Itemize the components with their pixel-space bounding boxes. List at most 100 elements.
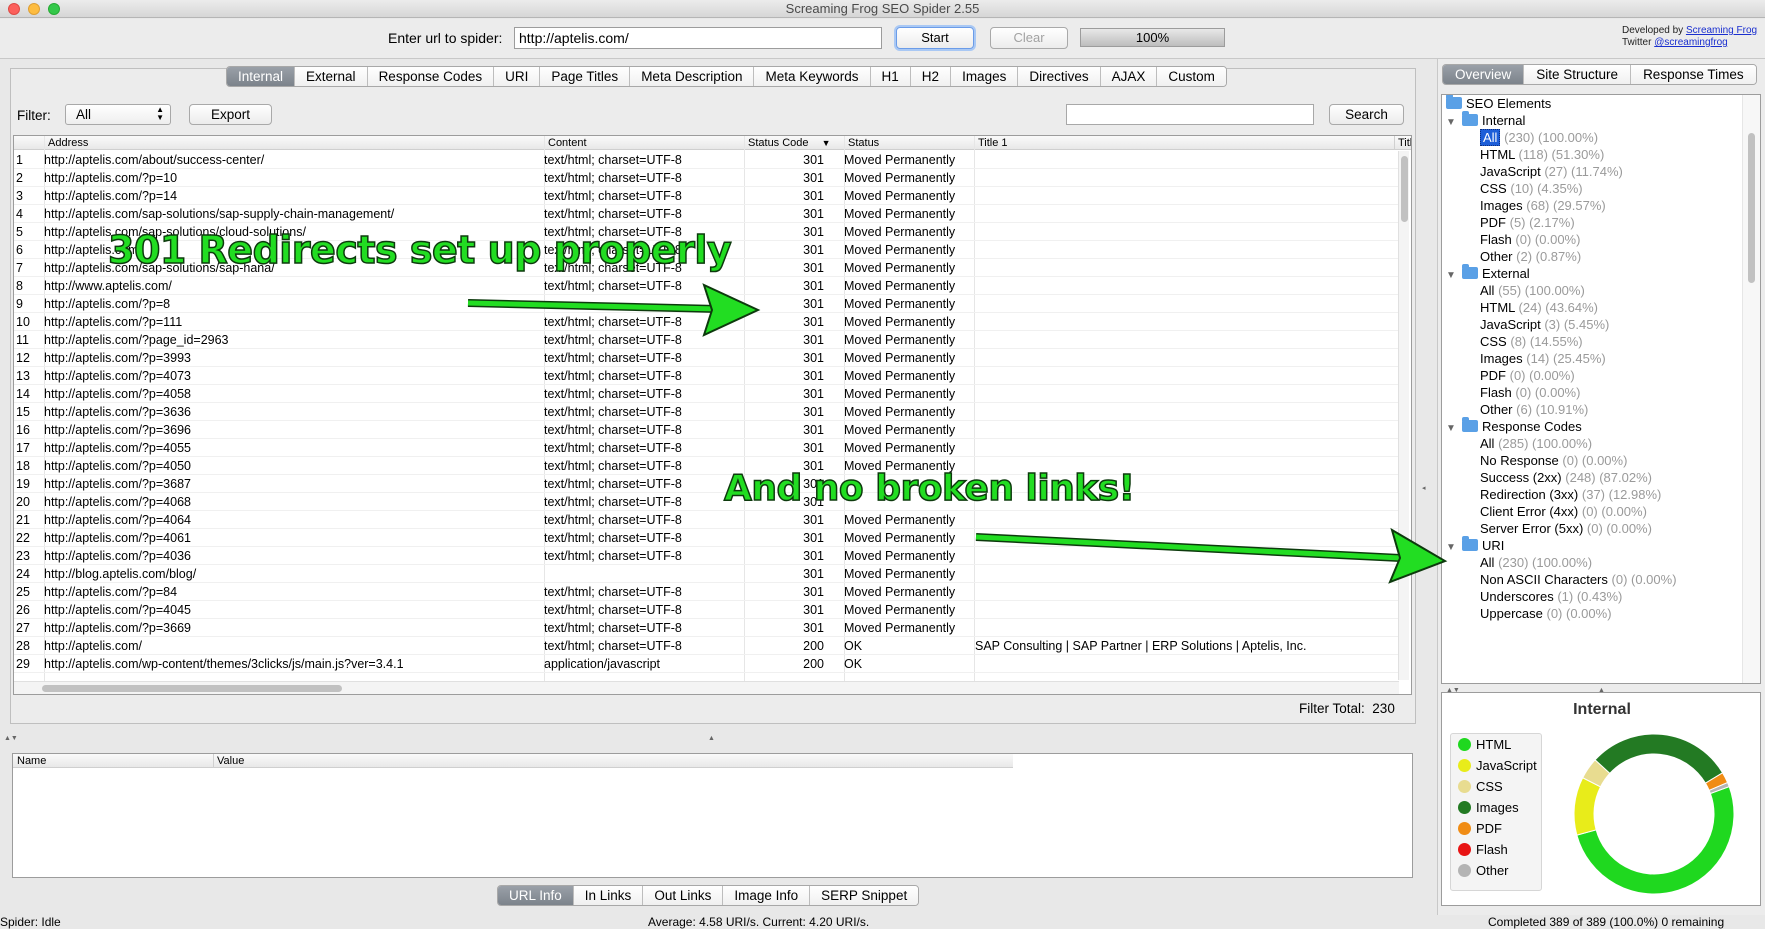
tree-item-images[interactable]: Images (14) (25.45%): [1480, 350, 1606, 368]
tree-item-non-ascii-characters[interactable]: Non ASCII Characters (0) (0.00%): [1480, 571, 1677, 589]
tab-images[interactable]: Images: [950, 67, 1018, 86]
tree-item-javascript[interactable]: JavaScript (3) (5.45%): [1480, 316, 1609, 334]
search-button[interactable]: Search: [1329, 104, 1404, 125]
tab-response-codes[interactable]: Response Codes: [366, 67, 494, 86]
tree-item-flash[interactable]: Flash (0) (0.00%): [1480, 231, 1580, 249]
table-row[interactable]: 19 http://aptelis.com/?p=3687 text/html; c…: [14, 475, 1404, 493]
tree-item-underscores[interactable]: Underscores (1) (0.43%): [1480, 588, 1622, 606]
table-row[interactable]: 26 http://aptelis.com/?p=4045 text/html; c…: [14, 601, 1404, 619]
tree-item-css[interactable]: CSS (10) (4.35%): [1480, 180, 1583, 198]
minimize-window-button[interactable]: [28, 3, 40, 15]
tree-item-uppercase[interactable]: Uppercase (0) (0.00%): [1480, 605, 1612, 623]
tab-out-links[interactable]: Out Links: [642, 886, 723, 905]
tree-item-all[interactable]: All (230) (100.00%): [1480, 554, 1592, 572]
clear-button[interactable]: Clear: [990, 27, 1068, 49]
table-row[interactable]: 4 http://aptelis.com/sap-solutions/sap-su…: [14, 205, 1404, 223]
table-row[interactable]: 16 http://aptelis.com/?p=3696 text/html; c…: [14, 421, 1404, 439]
tree-item-no-response[interactable]: No Response (0) (0.00%): [1480, 452, 1627, 470]
tab-page-titles[interactable]: Page Titles: [539, 67, 630, 86]
tab-in-links[interactable]: In Links: [572, 886, 643, 905]
export-button[interactable]: Export: [189, 104, 272, 125]
disclosure-triangle-icon[interactable]: ▼: [1446, 114, 1462, 132]
table-row[interactable]: 15 http://aptelis.com/?p=3636 text/html; c…: [14, 403, 1404, 421]
tree-item-javascript[interactable]: JavaScript (27) (11.74%): [1480, 163, 1623, 181]
tab-meta-keywords[interactable]: Meta Keywords: [753, 67, 870, 86]
table-row[interactable]: 29 http://aptelis.com/wp-content/themes/3…: [14, 655, 1404, 673]
tree-item-success-2xx-[interactable]: Success (2xx) (248) (87.02%): [1480, 469, 1652, 487]
column-header-title-1[interactable]: Title 1: [974, 136, 1394, 150]
tab-uri[interactable]: URI: [493, 67, 540, 86]
tree-item-css[interactable]: CSS (8) (14.55%): [1480, 333, 1583, 351]
tree-item-html[interactable]: HTML (118) (51.30%): [1480, 146, 1604, 164]
table-row[interactable]: 22 http://aptelis.com/?p=4061 text/html; c…: [14, 529, 1404, 547]
table-row[interactable]: 27 http://aptelis.com/?p=3669 text/html; c…: [14, 619, 1404, 637]
column-header-content[interactable]: Content: [544, 136, 744, 150]
twitter-link[interactable]: @screamingfrog: [1654, 37, 1728, 48]
column-header-name[interactable]: Name: [13, 754, 213, 768]
tree-item-seo-elements[interactable]: SEO Elements: [1446, 95, 1551, 113]
filter-select[interactable]: All ▲ ▼: [65, 104, 171, 125]
table-row[interactable]: 12 http://aptelis.com/?p=3993 text/html; c…: [14, 349, 1404, 367]
developer-link[interactable]: Screaming Frog: [1686, 25, 1757, 36]
table-row[interactable]: 11 http://aptelis.com/?page_id=2963 text/h…: [14, 331, 1404, 349]
tree-item-other[interactable]: Other (2) (0.87%): [1480, 248, 1581, 266]
table-row[interactable]: 13 http://aptelis.com/?p=4073 text/html; c…: [14, 367, 1404, 385]
table-row[interactable]: 24 http://blog.aptelis.com/blog/301 Moved …: [14, 565, 1404, 583]
url-input[interactable]: http://aptelis.com/: [514, 27, 882, 49]
disclosure-triangle-icon[interactable]: ▼: [1446, 539, 1462, 557]
tab-directives[interactable]: Directives: [1017, 67, 1100, 86]
tree-item-all[interactable]: All (55) (100.00%): [1480, 282, 1585, 300]
split-pane-handle-icon[interactable]: ▲: [708, 735, 715, 742]
table-row[interactable]: 23 http://aptelis.com/?p=4036 text/html; c…: [14, 547, 1404, 565]
table-row[interactable]: 17 http://aptelis.com/?p=4055 text/html; c…: [14, 439, 1404, 457]
table-row[interactable]: 9 http://aptelis.com/?p=8 301 Moved Permane…: [14, 295, 1404, 313]
search-input[interactable]: [1066, 104, 1314, 125]
column-header-status-code[interactable]: Status Code ▼: [744, 136, 844, 150]
tree-item-images[interactable]: Images (68) (29.57%): [1480, 197, 1606, 215]
table-horizontal-scrollbar[interactable]: [14, 681, 1399, 694]
scrollbar-thumb[interactable]: [42, 685, 342, 692]
column-header-address[interactable]: Address: [44, 136, 544, 150]
table-row[interactable]: 8 http://www.aptelis.com/text/html; chars…: [14, 277, 1404, 295]
tab-serp-snippet[interactable]: SERP Snippet: [809, 886, 919, 905]
table-row[interactable]: 2 http://aptelis.com/?p=10 text/html; char…: [14, 169, 1404, 187]
tree-item-flash[interactable]: Flash (0) (0.00%): [1480, 384, 1580, 402]
tab-url-info[interactable]: URL Info: [498, 886, 573, 905]
tree-item-pdf[interactable]: PDF (0) (0.00%): [1480, 367, 1575, 385]
split-pane-arrows-icon[interactable]: ▲▼: [4, 735, 18, 742]
maximize-window-button[interactable]: [48, 3, 60, 15]
tree-item-all[interactable]: All (230) (100.00%): [1480, 129, 1598, 147]
tree-item-pdf[interactable]: PDF (5) (2.17%): [1480, 214, 1575, 232]
disclosure-triangle-icon[interactable]: ▼: [1446, 267, 1462, 285]
tab-image-info[interactable]: Image Info: [722, 886, 810, 905]
tab-overview[interactable]: Overview: [1443, 65, 1524, 84]
table-row[interactable]: 14 http://aptelis.com/?p=4058 text/html; c…: [14, 385, 1404, 403]
table-row[interactable]: 18 http://aptelis.com/?p=4050 text/html; c…: [14, 457, 1404, 475]
close-window-button[interactable]: [8, 3, 20, 15]
tree-item-redirection-3xx-[interactable]: Redirection (3xx) (37) (12.98%): [1480, 486, 1661, 504]
table-row[interactable]: 28 http://aptelis.com/text/html; charset=…: [14, 637, 1404, 655]
disclosure-triangle-icon[interactable]: ▼: [1446, 420, 1462, 438]
tab-internal[interactable]: Internal: [227, 67, 295, 86]
table-row[interactable]: 10 http://aptelis.com/?p=111 text/html; ch…: [14, 313, 1404, 331]
tab-site-structure[interactable]: Site Structure: [1523, 65, 1631, 84]
side-pane-handle-icon[interactable]: ◂: [1422, 484, 1426, 492]
tab-meta-description[interactable]: Meta Description: [629, 67, 754, 86]
table-row[interactable]: 1 http://aptelis.com/about/success-center…: [14, 151, 1404, 169]
tree-item-client-error-4xx-[interactable]: Client Error (4xx) (0) (0.00%): [1480, 503, 1647, 521]
column-header-value[interactable]: Value: [213, 754, 1013, 768]
table-row[interactable]: 21 http://aptelis.com/?p=4064 text/html; c…: [14, 511, 1404, 529]
table-row[interactable]: 3 http://aptelis.com/?p=14 text/html; char…: [14, 187, 1404, 205]
scrollbar-thumb[interactable]: [1748, 133, 1755, 283]
tree-item-server-error-5xx-[interactable]: Server Error (5xx) (0) (0.00%): [1480, 520, 1652, 538]
tab-h1[interactable]: H1: [869, 67, 910, 86]
tab-ajax[interactable]: AJAX: [1099, 67, 1157, 86]
tree-item-all[interactable]: All (285) (100.00%): [1480, 435, 1592, 453]
tree-scrollbar[interactable]: [1742, 95, 1760, 683]
table-vertical-scrollbar[interactable]: [1398, 151, 1409, 680]
table-row[interactable]: 25 http://aptelis.com/?p=84 text/html; cha…: [14, 583, 1404, 601]
table-row[interactable]: 20 http://aptelis.com/?p=4068 text/html; c…: [14, 493, 1404, 511]
tab-custom[interactable]: Custom: [1156, 67, 1226, 86]
column-header-title-2[interactable]: Title: [1394, 136, 1411, 150]
tree-item-html[interactable]: HTML (24) (43.64%): [1480, 299, 1598, 317]
